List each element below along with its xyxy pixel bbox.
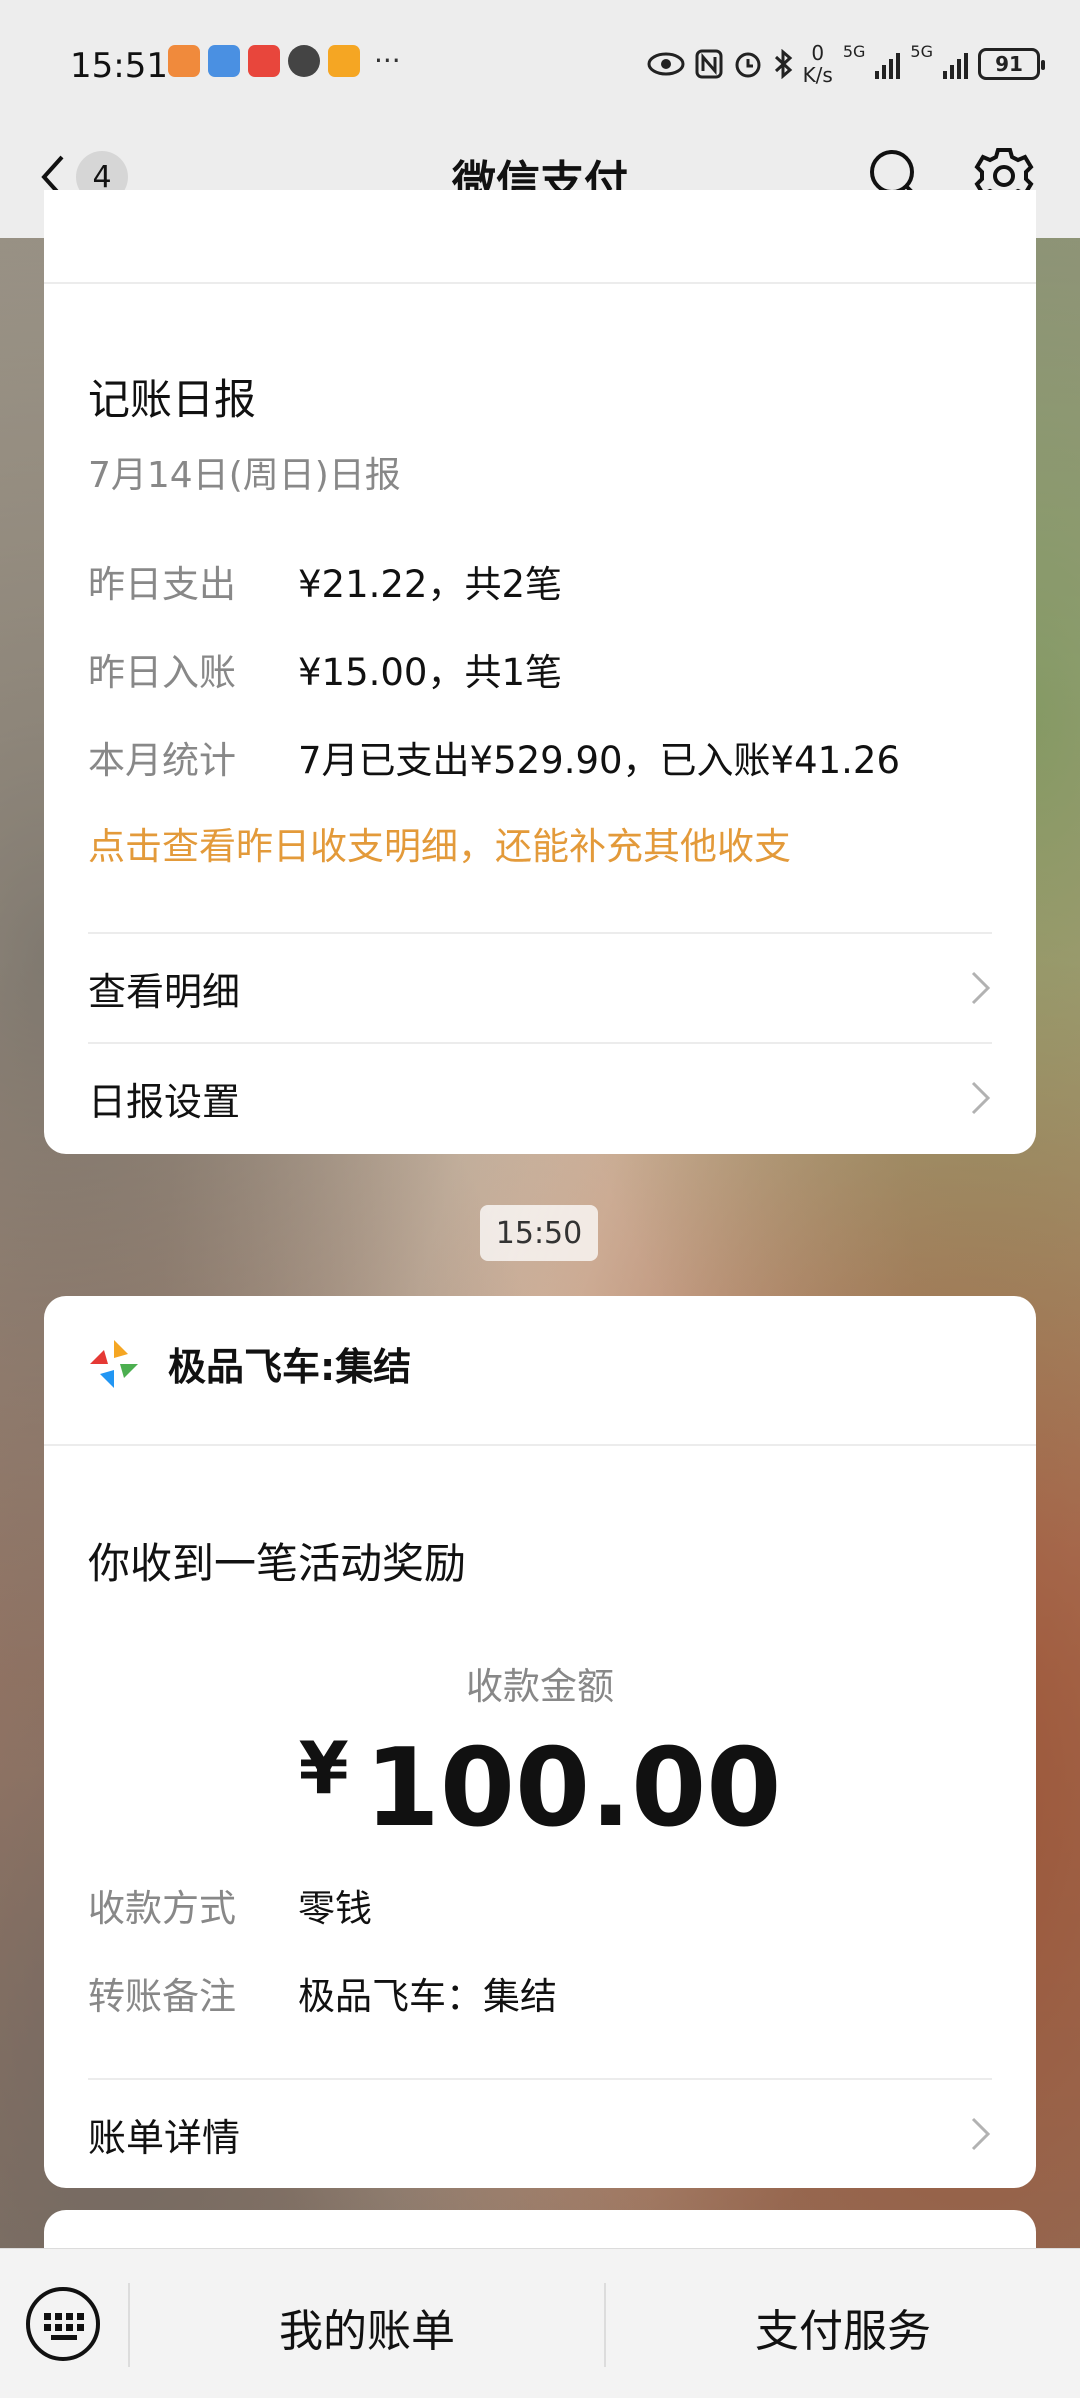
report-row-income: 昨日入账 ¥15.00，共1笔 bbox=[88, 642, 562, 696]
nfc-icon bbox=[695, 49, 723, 79]
payment-notification-card[interactable]: 极品飞车:集结 你收到一笔活动奖励 收款金额 ¥100.00 收款方式 零钱 转… bbox=[44, 1296, 1036, 2188]
row-value: ¥21.22，共2笔 bbox=[298, 563, 563, 606]
battery-icon: 91 bbox=[978, 48, 1045, 80]
daily-report-card[interactable]: 记账日报 7月14日(周日)日报 昨日支出 ¥21.22，共2笔 昨日入账 ¥1… bbox=[44, 190, 1036, 1154]
row-label: 本月统计 bbox=[88, 739, 236, 782]
chevron-right-icon bbox=[971, 2117, 991, 2151]
row-value: 零钱 bbox=[298, 1887, 372, 1930]
chevron-right-icon bbox=[971, 1081, 991, 1115]
row-value: 7月已支出¥529.90，已入账¥41.26 bbox=[298, 739, 901, 782]
signal-icon bbox=[943, 49, 968, 79]
row-label: 昨日支出 bbox=[88, 563, 236, 606]
view-detail-link[interactable]: 查看明细 bbox=[88, 934, 992, 1042]
notification-icons: ··· bbox=[168, 44, 401, 77]
weather-notification-icon bbox=[208, 44, 240, 77]
payment-row-note: 转账备注 极品飞车：集结 bbox=[88, 1966, 557, 2020]
report-subtitle: 7月14日(周日)日报 bbox=[88, 455, 401, 496]
row-value: ¥15.00，共1笔 bbox=[298, 651, 563, 694]
payment-title: 你收到一笔活动奖励 bbox=[88, 1539, 467, 1588]
amount-label: 收款金额 bbox=[466, 1665, 614, 1708]
amount-value: 100.00 bbox=[364, 1726, 782, 1851]
link-label: 查看明细 bbox=[88, 969, 241, 1014]
app-notification-icon bbox=[248, 44, 280, 77]
currency-symbol: ¥ bbox=[298, 1726, 349, 1810]
status-bar: 15:51 ··· 0 K/s 5G 5G 91 bbox=[0, 0, 1080, 120]
row-value: 极品飞车：集结 bbox=[298, 1975, 557, 2018]
row-label: 转账备注 bbox=[88, 1975, 236, 2018]
report-title: 记账日报 bbox=[88, 375, 257, 424]
bill-detail-link[interactable]: 账单详情 bbox=[88, 2080, 992, 2188]
network-type-label: 5G bbox=[842, 42, 866, 61]
row-label: 收款方式 bbox=[88, 1887, 236, 1930]
network-type-label: 5G bbox=[910, 42, 933, 61]
eye-icon bbox=[647, 52, 685, 76]
report-row-expense: 昨日支出 ¥21.22，共2笔 bbox=[88, 554, 562, 608]
message-notification-icon bbox=[288, 44, 320, 77]
network-speed: 0 K/s bbox=[802, 41, 833, 87]
more-notifications-icon: ··· bbox=[374, 44, 401, 77]
link-label: 日报设置 bbox=[88, 1079, 241, 1124]
card-divider bbox=[44, 282, 1036, 284]
payment-amount: ¥100.00 bbox=[44, 1726, 1036, 1851]
app-notification-icon bbox=[168, 44, 200, 77]
report-hint-link[interactable]: 点击查看昨日收支明细，还能补充其他收支 bbox=[88, 816, 791, 870]
link-label: 账单详情 bbox=[88, 2115, 241, 2160]
chevron-right-icon bbox=[971, 971, 991, 1005]
row-label: 昨日入账 bbox=[88, 651, 236, 694]
report-settings-link[interactable]: 日报设置 bbox=[88, 1044, 992, 1152]
status-time: 15:51 bbox=[70, 46, 168, 86]
app-notification-icon bbox=[328, 44, 360, 77]
tab-pay-services[interactable]: 支付服务 bbox=[606, 2295, 1080, 2359]
alarm-icon bbox=[735, 52, 761, 78]
tab-my-bills[interactable]: 我的账单 bbox=[130, 2295, 604, 2359]
bottom-menu-bar: 我的账单 支付服务 bbox=[0, 2248, 1080, 2398]
signal-icon bbox=[875, 49, 901, 79]
battery-level: 91 bbox=[995, 52, 1023, 76]
card-divider bbox=[44, 1444, 1036, 1446]
message-timestamp: 15:50 bbox=[480, 1205, 598, 1261]
status-right: 0 K/s 5G 5G 91 bbox=[647, 41, 1045, 87]
keyboard-icon[interactable] bbox=[24, 2285, 102, 2363]
game-app-logo-icon bbox=[90, 1339, 138, 1388]
app-header[interactable]: 极品飞车:集结 bbox=[88, 1336, 411, 1391]
bluetooth-icon bbox=[774, 49, 792, 79]
app-name: 极品飞车:集结 bbox=[168, 1345, 412, 1389]
payment-row-method: 收款方式 零钱 bbox=[88, 1878, 372, 1932]
report-row-month: 本月统计 7月已支出¥529.90，已入账¥41.26 bbox=[88, 730, 900, 784]
